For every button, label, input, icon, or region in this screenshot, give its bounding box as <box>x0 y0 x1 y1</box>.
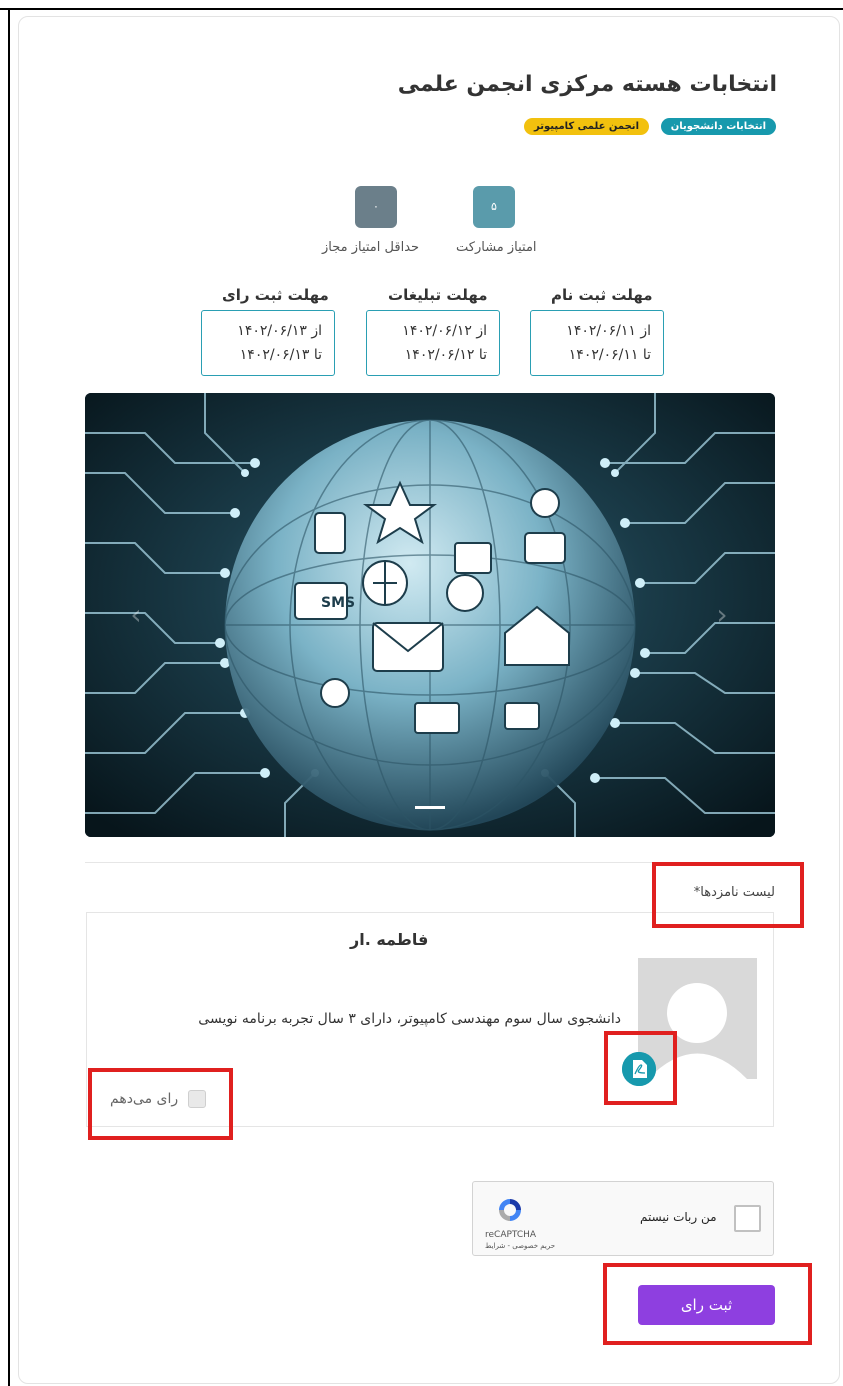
carousel-indicator[interactable] <box>415 806 445 809</box>
carousel-prev-button[interactable]: ‹ <box>126 600 146 630</box>
deadline-registration-from: از ۱۴۰۲/۰۶/۱۱ <box>566 323 651 339</box>
highlight-vote-checkbox <box>88 1068 233 1140</box>
deadline-vote-title: مهلت ثبت رای <box>222 286 329 304</box>
tag-computer-association: انجمن علمی کامپیوتر <box>524 118 649 135</box>
highlight-pdf-button <box>604 1031 677 1105</box>
carousel-sms-text: SMS <box>321 595 355 611</box>
participation-score-label: امتیاز مشارکت <box>456 240 537 255</box>
carousel-slide-image: SMS <box>85 393 775 837</box>
recaptcha-label: من ربات نیستم <box>640 1210 717 1224</box>
page-title: انتخابات هسته مرکزی انجمن علمی <box>397 72 777 97</box>
candidate-description: دانشجوی سال سوم مهندسی کامپیوتر، دارای ۳… <box>198 1011 621 1027</box>
deadline-registration-box: از ۱۴۰۲/۰۶/۱۱ تا ۱۴۰۲/۰۶/۱۱ <box>530 310 664 376</box>
deadline-registration-title: مهلت ثبت نام <box>551 286 653 304</box>
deadline-vote-to: تا ۱۴۰۲/۰۶/۱۳ <box>239 347 322 363</box>
min-score-value: ۰ <box>355 186 397 228</box>
deadline-ads-from: از ۱۴۰۲/۰۶/۱۲ <box>402 323 487 339</box>
recaptcha-checkbox[interactable] <box>734 1205 761 1232</box>
highlight-submit-button <box>603 1263 812 1345</box>
tag-students-elections: انتخابات دانشجویان <box>660 118 776 135</box>
deadline-ads-title: مهلت تبلیغات <box>388 286 488 304</box>
deadline-vote-box: از ۱۴۰۲/۰۶/۱۳ تا ۱۴۰۲/۰۶/۱۳ <box>201 310 335 376</box>
deadline-ads-box: از ۱۴۰۲/۰۶/۱۲ تا ۱۴۰۲/۰۶/۱۲ <box>366 310 500 376</box>
carousel-next-button[interactable]: › <box>712 600 732 630</box>
screen-frame-left <box>8 8 10 1386</box>
deadline-registration-to: تا ۱۴۰۲/۰۶/۱۱ <box>568 347 651 363</box>
screen-frame-top <box>0 8 843 10</box>
highlight-candidates-label <box>652 862 804 928</box>
recaptcha-logo-icon <box>499 1199 521 1221</box>
candidate-name: فاطمه .ار <box>350 930 429 949</box>
image-carousel[interactable]: SMS <box>85 393 775 837</box>
recaptcha-privacy-terms[interactable]: حریم خصوصی - شرایط <box>485 1242 555 1250</box>
deadline-ads-to: تا ۱۴۰۲/۰۶/۱۲ <box>404 347 487 363</box>
deadline-vote-from: از ۱۴۰۲/۰۶/۱۳ <box>237 323 322 339</box>
participation-score-value: ۵ <box>473 186 515 228</box>
min-score-label: حداقل امتیاز مجاز <box>322 240 420 255</box>
recaptcha-brand: reCAPTCHA <box>485 1230 537 1240</box>
